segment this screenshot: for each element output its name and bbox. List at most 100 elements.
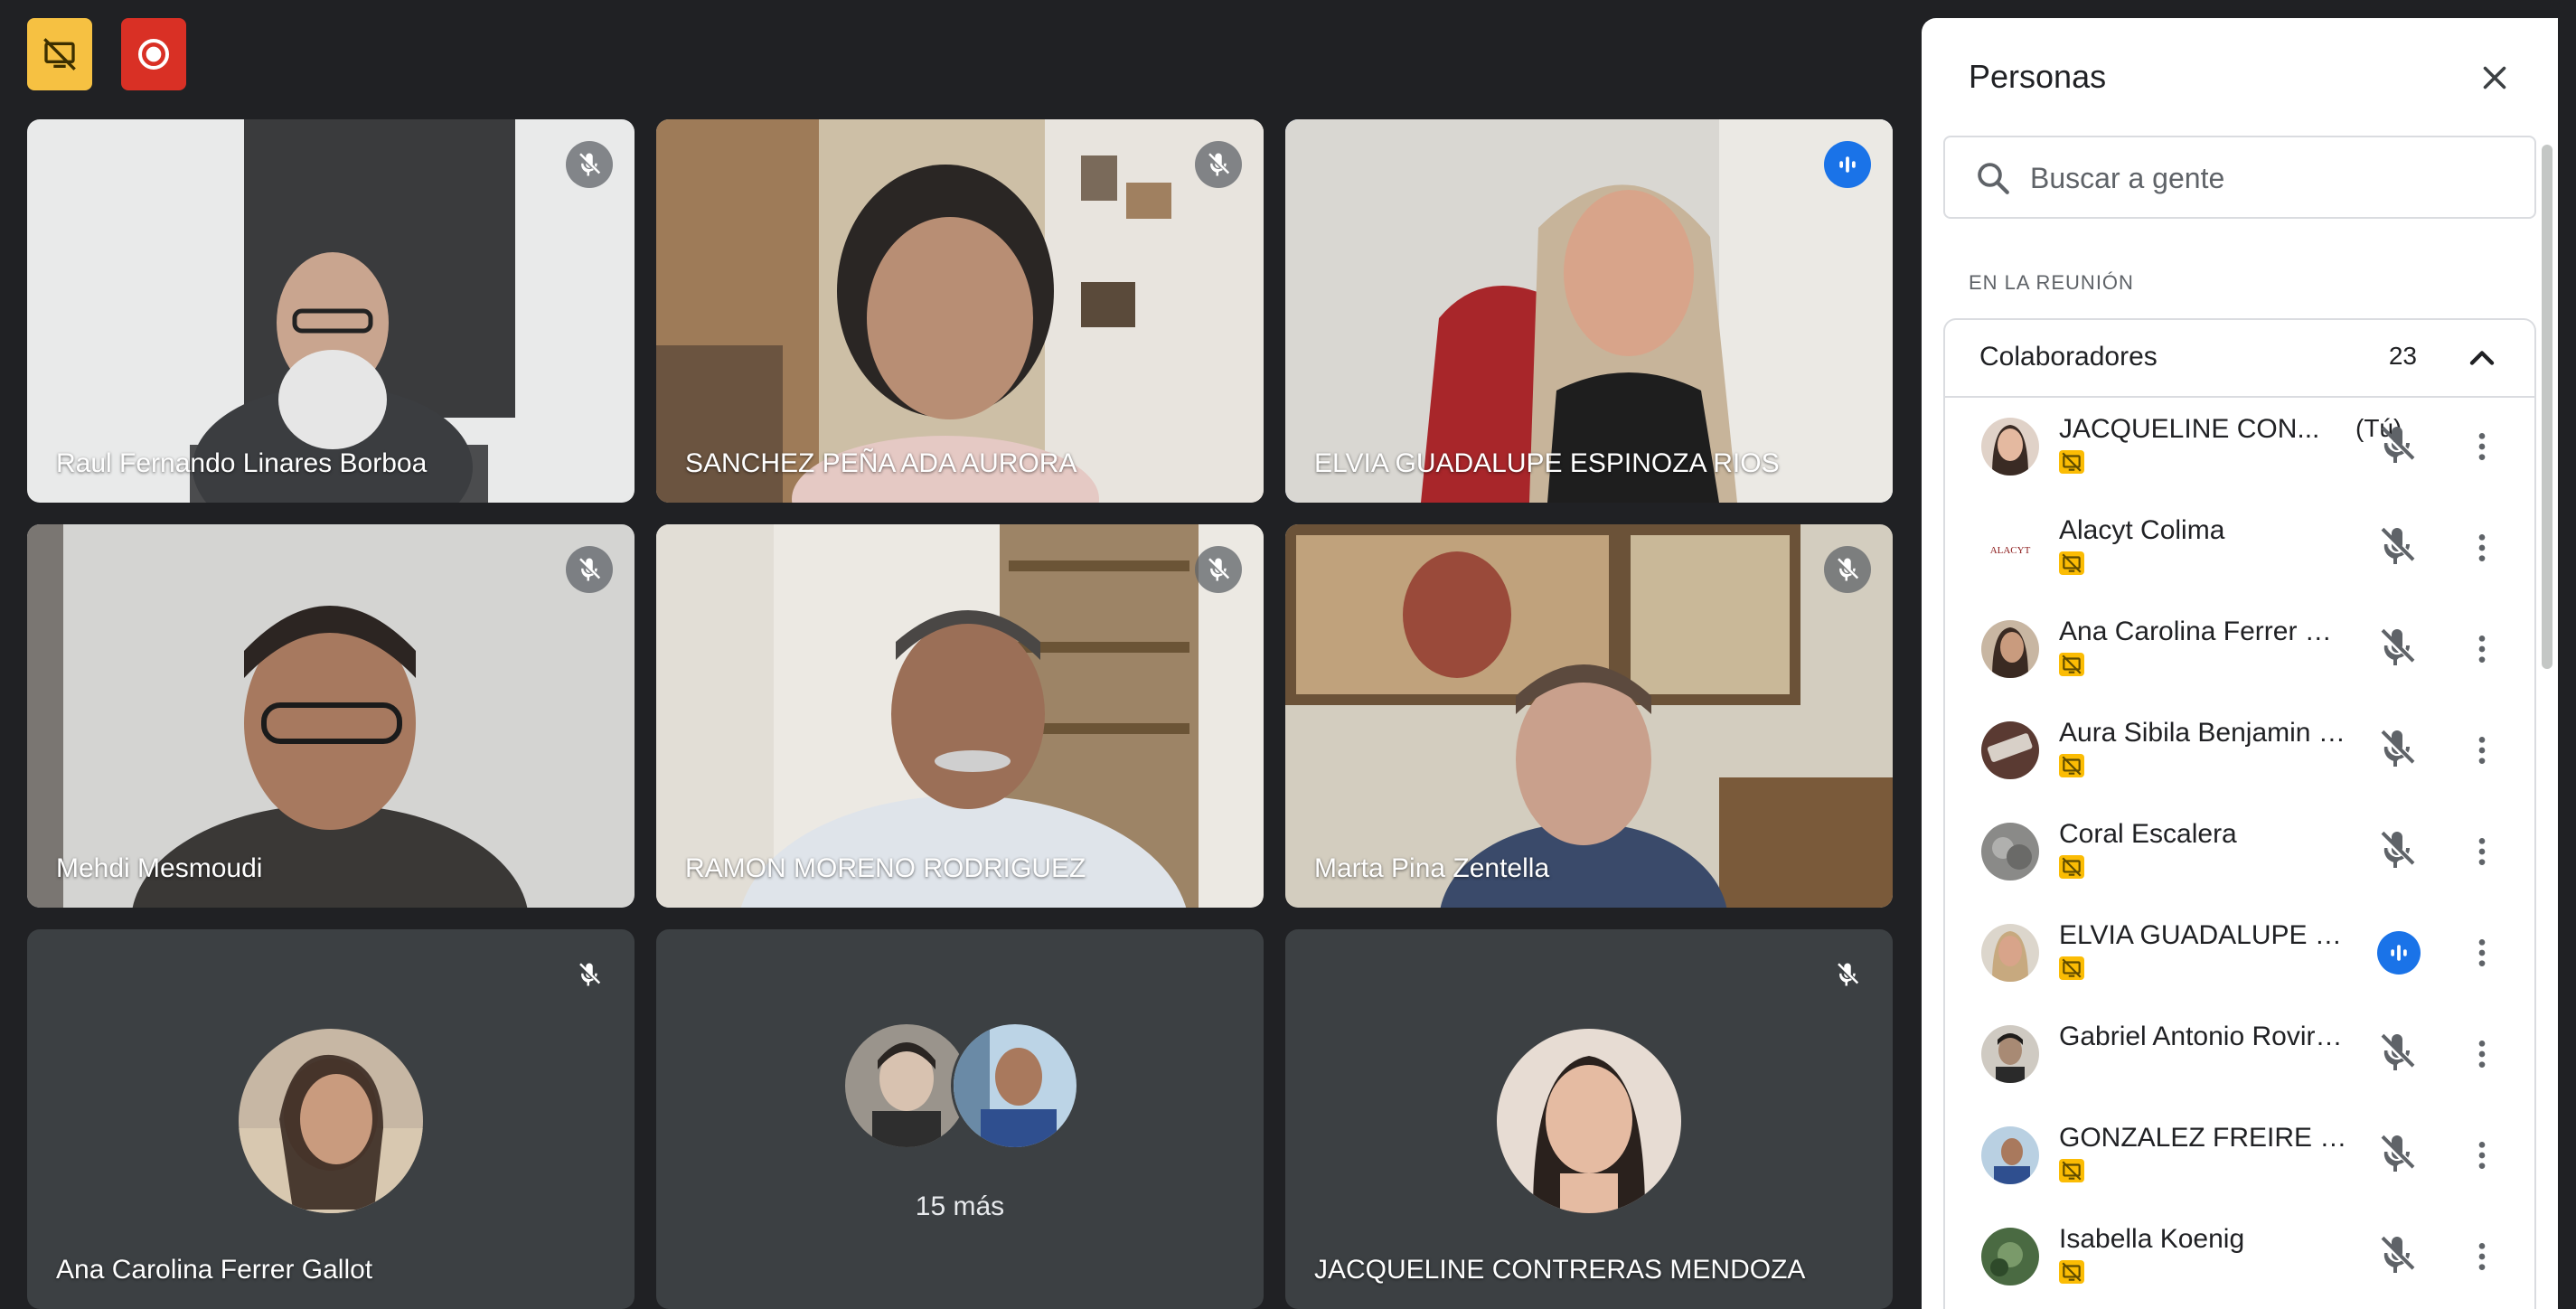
mic-off-icon[interactable] (2375, 1233, 2419, 1276)
record-icon (138, 39, 169, 70)
mic-off-icon[interactable] (2375, 626, 2419, 669)
avatar (1981, 823, 2039, 881)
participant-row[interactable]: Aura Sibila Benjamin Mir... (1945, 702, 2534, 803)
close-panel-button[interactable] (2469, 52, 2520, 103)
participant-video (1285, 119, 1893, 503)
svg-text:ALACYT: ALACYT (1990, 545, 2031, 556)
more-participants-tile[interactable]: 15 más (656, 929, 1264, 1309)
avatar (1981, 1228, 2039, 1285)
search-input[interactable] (2028, 150, 2502, 206)
participant-name: Mehdi Mesmoudi (56, 853, 263, 883)
group-title: Colaboradores (1979, 342, 2158, 372)
more-options-icon[interactable] (2464, 526, 2500, 570)
participant-row[interactable]: Ana Carolina Ferrer Gall... (1945, 600, 2534, 702)
participant-name: SANCHEZ PEÑA ADA AURORA (685, 448, 1077, 478)
more-options-icon[interactable] (2464, 1235, 2500, 1278)
participant-row[interactable]: ALACYT Alacyt Colima (1945, 499, 2534, 600)
participant-video (27, 119, 635, 503)
more-options-icon[interactable] (2464, 931, 2500, 975)
mic-off-icon[interactable] (2375, 423, 2419, 466)
participant-tile[interactable]: Marta Pina Zentella (1285, 524, 1893, 908)
participant-name: Raul Fernando Linares Borboa (56, 448, 428, 478)
participant-video (656, 524, 1264, 908)
mic-off-icon (1195, 141, 1242, 188)
avatar (1981, 1025, 2039, 1083)
avatar (1981, 1126, 2039, 1184)
mic-off-icon (566, 951, 613, 998)
avatar (1981, 620, 2039, 678)
avatar (1981, 924, 2039, 982)
mic-off-icon[interactable] (2375, 828, 2419, 871)
more-options-icon[interactable] (2464, 1032, 2500, 1076)
mic-off-icon[interactable] (2375, 524, 2419, 568)
avatar (239, 1029, 423, 1213)
more-options-icon[interactable] (2464, 729, 2500, 772)
more-participants-label: 15 más (915, 1191, 1005, 1221)
participant-name: JACQUELINE CONTRERAS MENDOZA (1314, 1255, 1806, 1285)
participant-video (656, 119, 1264, 503)
more-options-icon[interactable] (2464, 627, 2500, 671)
mic-off-icon[interactable] (2375, 727, 2419, 770)
avatar (951, 1022, 1079, 1150)
presenting-icon (2059, 551, 2084, 575)
participant-row[interactable]: JACQUELINE CON... (Tú) (1945, 398, 2534, 499)
presenting-icon (2059, 754, 2084, 777)
participant-video (1285, 524, 1893, 908)
participant-row[interactable]: Isabella Koenig (1945, 1208, 2534, 1309)
participant-tile[interactable]: Raul Fernando Linares Borboa (27, 119, 635, 503)
participant-name: GONZALEZ FREIRE JOS... (2059, 1123, 2348, 1153)
participant-tile[interactable]: JACQUELINE CONTRERAS MENDOZA (1285, 929, 1893, 1309)
speaking-indicator-icon (2377, 931, 2421, 975)
participant-tile[interactable]: SANCHEZ PEÑA ADA AURORA (656, 119, 1264, 503)
avatar (1981, 721, 2039, 779)
section-label: EN LA REUNIÓN (1969, 271, 2134, 294)
mic-off-icon (566, 546, 613, 593)
group-header-collaborators[interactable]: Colaboradores 23 (1945, 320, 2534, 398)
more-avatars (842, 1022, 1079, 1150)
participant-name: Aura Sibila Benjamin Mir... (2059, 718, 2348, 748)
record-button[interactable] (121, 18, 186, 90)
presentation-off-button[interactable] (27, 18, 92, 90)
people-panel: Personas EN LA REUNIÓN Colaboradores 23 (1922, 18, 2558, 1309)
participant-name: Isabella Koenig (2059, 1224, 2245, 1254)
participant-row[interactable]: ELVIA GUADALUPE ESPI... (1945, 904, 2534, 1005)
presenting-icon (2059, 855, 2084, 879)
participant-name: JACQUELINE CON... (2059, 414, 2320, 444)
search-box[interactable] (1943, 136, 2536, 219)
more-options-icon[interactable] (2464, 830, 2500, 873)
presenting-icon (2059, 1260, 2084, 1284)
more-options-icon[interactable] (2464, 1134, 2500, 1177)
participant-name: Ana Carolina Ferrer Gall... (2059, 617, 2348, 646)
mic-off-icon (1824, 546, 1871, 593)
participant-row[interactable]: Gabriel Antonio Rovira ... (1945, 1005, 2534, 1107)
panel-title: Personas (1969, 58, 2107, 95)
mic-off-icon (566, 141, 613, 188)
participant-tile[interactable]: Ana Carolina Ferrer Gallot (27, 929, 635, 1309)
presenting-icon (2059, 1159, 2084, 1182)
participant-tile[interactable]: Mehdi Mesmoudi (27, 524, 635, 908)
more-options-icon[interactable] (2464, 425, 2500, 468)
mic-off-icon[interactable] (2375, 1031, 2419, 1074)
participant-tile[interactable]: RAMON MORENO RODRIGUEZ (656, 524, 1264, 908)
participant-name: Marta Pina Zentella (1314, 853, 1550, 883)
participant-tile-active-speaker[interactable]: ELVIA GUADALUPE ESPINOZA RIOS (1285, 119, 1893, 503)
participant-row[interactable]: GONZALEZ FREIRE JOS... (1945, 1107, 2534, 1208)
presenting-icon (2059, 956, 2084, 980)
participant-name: Gabriel Antonio Rovira ... (2059, 1022, 2348, 1051)
participant-name: Ana Carolina Ferrer Gallot (56, 1255, 373, 1285)
search-icon (1978, 163, 2009, 194)
mic-off-icon (1824, 951, 1871, 998)
chevron-up-icon (2469, 351, 2495, 365)
avatar: ALACYT (1981, 519, 2039, 577)
participant-name: ELVIA GUADALUPE ESPI... (2059, 920, 2348, 950)
participant-count: 23 (2388, 342, 2417, 370)
mic-off-icon[interactable] (2375, 1132, 2419, 1175)
avatar (1497, 1029, 1681, 1213)
participant-name: Alacyt Colima (2059, 515, 2225, 545)
participant-video (27, 524, 635, 908)
presenting-icon (2059, 653, 2084, 676)
scrollbar[interactable] (2542, 145, 2552, 669)
close-icon (2483, 66, 2506, 89)
participant-row[interactable]: Coral Escalera (1945, 803, 2534, 904)
mic-off-icon (1195, 546, 1242, 593)
